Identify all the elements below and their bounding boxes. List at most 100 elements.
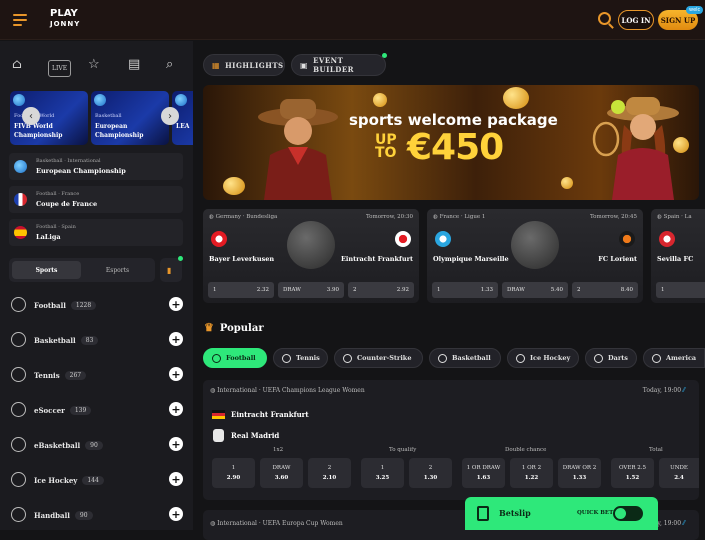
competition-category: Basketball · International bbox=[36, 158, 101, 164]
stats-icon[interactable]: ⁄⁄ bbox=[683, 387, 685, 394]
competition-category: Football · Spain bbox=[36, 224, 76, 230]
quick-bet-toggle[interactable] bbox=[613, 506, 643, 521]
login-button[interactable]: LOG IN bbox=[618, 10, 654, 30]
odds-button[interactable]: 2 2.10 bbox=[308, 458, 351, 488]
ice-hockey-icon bbox=[516, 353, 525, 363]
odds-button[interactable]: DRAW OR 2 1.33 bbox=[558, 458, 601, 488]
sport-tab-basketball[interactable]: Basketball bbox=[429, 348, 501, 368]
market-label: Total bbox=[649, 447, 663, 453]
banner-upto: UP TO bbox=[375, 133, 397, 160]
plus-icon[interactable]: + bbox=[169, 437, 183, 451]
promo-banner[interactable]: sports welcome package UP TO €450 bbox=[203, 85, 699, 200]
search-icon[interactable]: ⌕ bbox=[166, 58, 173, 71]
betslip-history-icon[interactable]: ▤ bbox=[128, 58, 140, 71]
match-card[interactable]: ◍ Germany · Bundesliga Tomorrow, 20:30 Ba… bbox=[203, 209, 419, 303]
odds-button[interactable]: OVER 2.5 1.52 bbox=[611, 458, 654, 488]
odds-button[interactable]: 1 2.32 bbox=[208, 282, 274, 298]
tab-highlights[interactable]: ▦ HIGHLIGHTS bbox=[203, 54, 285, 76]
stats-icon[interactable]: ⁄⁄ bbox=[683, 520, 685, 527]
live-icon[interactable]: LIVE bbox=[48, 60, 72, 77]
market-label: Double chance bbox=[505, 447, 547, 453]
odds-button[interactable]: 1 OR 2 1.22 bbox=[510, 458, 553, 488]
sport-tab-counter-strike[interactable]: Counter-Strike bbox=[334, 348, 423, 368]
american-football-icon bbox=[652, 353, 661, 363]
chip-label: HIGHLIGHTS bbox=[225, 60, 284, 70]
match-card[interactable]: ◍ France · Ligue 1 Tomorrow, 20:45 Olympi… bbox=[427, 209, 643, 303]
ebasketball-icon bbox=[11, 437, 26, 452]
sport-item-ice-hockey[interactable]: Ice Hockey 144 + bbox=[9, 466, 183, 493]
sport-item-tennis[interactable]: Tennis 267 + bbox=[9, 361, 183, 388]
plus-icon[interactable]: + bbox=[169, 507, 183, 521]
sport-tab-tennis[interactable]: Tennis bbox=[273, 348, 328, 368]
plus-icon[interactable]: + bbox=[169, 367, 183, 381]
sport-tab-ice-hockey[interactable]: Ice Hockey bbox=[507, 348, 579, 368]
betslip-bar[interactable]: Betslip QUICK BET bbox=[465, 497, 658, 530]
home-icon[interactable]: ⌂ bbox=[12, 58, 22, 71]
plus-icon[interactable]: + bbox=[169, 402, 183, 416]
odds-value: 3.25 bbox=[375, 475, 390, 481]
sport-tab-label: Ice Hockey bbox=[530, 354, 571, 362]
tab-event-builder[interactable]: ▣ EVENT BUILDER bbox=[291, 53, 387, 76]
match-header: ◍ Germany · Bundesliga Tomorrow, 20:30 bbox=[209, 214, 413, 220]
sport-count: 267 bbox=[64, 371, 87, 380]
competition-item[interactable]: Football · Spain LaLiga bbox=[9, 219, 183, 246]
odds-label: 1 bbox=[661, 287, 665, 293]
sport-item-basketball[interactable]: Basketball 83 + bbox=[9, 326, 183, 353]
sport-item-handball[interactable]: Handball 90 + bbox=[9, 501, 183, 528]
football-icon bbox=[212, 353, 221, 363]
match-card[interactable]: ◍ Spain · La Sevilla FC 1 bbox=[651, 209, 705, 303]
star-icon[interactable]: ☆ bbox=[88, 58, 100, 71]
odds-label: 1 OR DRAW bbox=[466, 465, 501, 471]
event-league: International · UEFA Champions League Wo… bbox=[217, 387, 365, 394]
odds-button[interactable]: DRAW 3.60 bbox=[260, 458, 303, 488]
sidebar: ⌂ LIVE ☆ ▤ ⌕ Football · World FIVB World… bbox=[0, 41, 193, 530]
match-league: Spain · La bbox=[663, 214, 692, 220]
odds-label: 1 OR 2 bbox=[521, 465, 542, 471]
odds-value: 1.22 bbox=[524, 475, 539, 481]
sport-item-esoccer[interactable]: eSoccer 139 + bbox=[9, 396, 183, 423]
menu-icon[interactable] bbox=[13, 14, 27, 26]
odds-button[interactable]: DRAW 5.40 bbox=[502, 282, 568, 298]
stats-button[interactable]: ▮ bbox=[160, 256, 183, 282]
odds-button[interactable]: 1 3.25 bbox=[361, 458, 404, 488]
odds-button[interactable]: 2 1.30 bbox=[409, 458, 452, 488]
market-label: 1x2 bbox=[273, 447, 284, 453]
plus-icon[interactable]: + bbox=[169, 332, 183, 346]
odds-label: 1 bbox=[213, 287, 217, 293]
coin-decoration bbox=[561, 177, 573, 189]
odds-button[interactable]: 1 1.33 bbox=[432, 282, 498, 298]
away-team: Eintracht Frankfurt bbox=[340, 255, 413, 263]
carousel-next-button[interactable]: › bbox=[161, 107, 179, 125]
odds-button[interactable]: 1 bbox=[656, 282, 705, 298]
coin-decoration bbox=[673, 137, 689, 153]
odds-label: 2 bbox=[577, 287, 581, 293]
plus-icon[interactable]: + bbox=[169, 472, 183, 486]
globe-icon bbox=[175, 94, 187, 106]
tab-sports[interactable]: Sports bbox=[12, 261, 81, 279]
tab-esports[interactable]: Esports bbox=[83, 261, 152, 279]
sport-item-ebasketball[interactable]: eBasketball 90 + bbox=[9, 431, 183, 458]
sport-tab-football[interactable]: Football bbox=[203, 348, 267, 368]
odds-button[interactable]: 1 OR DRAW 1.63 bbox=[462, 458, 505, 488]
plus-icon[interactable]: + bbox=[169, 297, 183, 311]
competition-item[interactable]: Basketball · International European Cham… bbox=[9, 153, 183, 180]
sport-name: eBasketball bbox=[34, 441, 81, 450]
odds-button[interactable]: 1 2.90 bbox=[212, 458, 255, 488]
sport-item-football[interactable]: Football 1228 + bbox=[9, 291, 183, 318]
sport-tab-american-football[interactable]: America bbox=[643, 348, 705, 368]
carousel-prev-button[interactable]: ‹ bbox=[22, 107, 40, 125]
match-header: ◍ Spain · La bbox=[657, 214, 699, 220]
competition-item[interactable]: Football · France Coupe de France bbox=[9, 186, 183, 213]
odds-button[interactable]: 2 2.92 bbox=[348, 282, 414, 298]
event-header: ◍ International · UEFA Champions League … bbox=[210, 387, 365, 394]
search-icon[interactable] bbox=[598, 12, 611, 25]
event-card[interactable]: ◍ International · UEFA Champions League … bbox=[203, 380, 699, 500]
football-icon bbox=[11, 297, 26, 312]
odds-button[interactable]: UNDE 2.4 bbox=[659, 458, 699, 488]
logo[interactable]: PLAY JONNY bbox=[50, 9, 80, 29]
crown-icon: ♛ bbox=[204, 321, 214, 334]
odds-button[interactable]: DRAW 3.90 bbox=[278, 282, 344, 298]
odds-button[interactable]: 2 8.40 bbox=[572, 282, 638, 298]
featured-tile[interactable]: Basketball European Championship bbox=[91, 91, 169, 145]
sport-tab-darts[interactable]: Darts bbox=[585, 348, 637, 368]
